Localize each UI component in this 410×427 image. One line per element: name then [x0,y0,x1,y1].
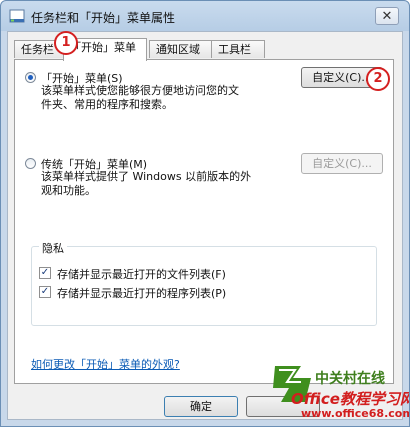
classic-menu-radio[interactable] [25,158,36,169]
recent-programs-label[interactable]: 存储并显示最近打开的程序列表(P) [57,285,226,301]
classic-menu-desc-line1: 该菜单样式提供了 Windows 以前版本的外 [41,170,252,183]
recent-files-label[interactable]: 存储并显示最近打开的文件列表(F) [57,266,226,282]
start-menu-tab-panel: 「开始」菜单(S) 该菜单样式使您能够很方便地访问您的文 件夹、常用的程序和搜索… [14,59,394,384]
recent-programs-checkbox[interactable]: ✓ [39,286,51,298]
tab-notification-area[interactable]: 通知区域 [149,40,212,58]
watermark-bottom-text: www.office68.com [301,407,410,420]
classic-menu-desc-line2: 观和功能。 [41,184,96,197]
taskbar-properties-icon [9,9,25,23]
properties-dialog: 任务栏和「开始」菜单属性 ✕ 任务栏 「开始」菜单 通知区域 工具栏 1 「开始… [0,0,410,427]
recent-files-checkbox[interactable]: ✓ [39,267,51,279]
dialog-client-area: 任务栏 「开始」菜单 通知区域 工具栏 1 「开始」菜单(S) 该菜单样式使您能… [7,31,403,420]
title-bar[interactable]: 任务栏和「开始」菜单属性 ✕ [1,1,409,31]
watermark-top-text: 中关村在线 [315,371,385,387]
callout-2: 2 [366,67,390,91]
start-menu-desc-line1: 该菜单样式使您能够很方便地访问您的文 [41,84,239,97]
site-watermark: 中关村在线 Office教程学习网 www.office68.com [271,364,409,426]
watermark-middle-text: Office教程学习网 [291,390,410,408]
classic-menu-customize-button[interactable]: 自定义(C)... [301,153,383,174]
start-menu-desc-line2: 件夹、常用的程序和搜索。 [41,98,173,111]
callout-1: 1 [54,31,78,55]
close-button[interactable]: ✕ [375,7,399,25]
tab-toolbars[interactable]: 工具栏 [211,40,265,58]
ok-button[interactable]: 确定 [164,396,238,417]
window-title: 任务栏和「开始」菜单属性 [31,11,176,25]
start-menu-radio[interactable] [25,72,36,83]
start-menu-help-link[interactable]: 如何更改「开始」菜单的外观? [31,356,180,372]
privacy-group-title: 隐私 [39,240,67,256]
radio-selected-dot [28,75,33,80]
